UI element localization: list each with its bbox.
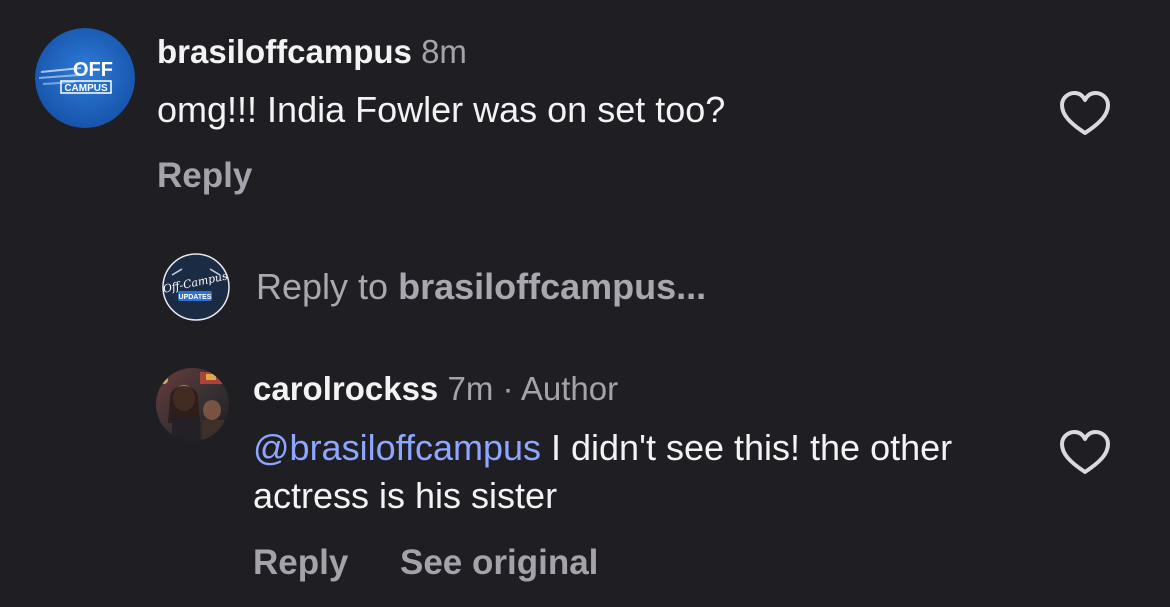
comment-text: @brasiloffcampus I didn't see this! the … [253, 424, 1033, 520]
off-campus-updates-logo-icon: Off-Campus UPDATES [162, 253, 230, 321]
user-photo-icon [156, 368, 229, 441]
author-badge: Author [520, 370, 619, 407]
reply-button[interactable]: Reply [253, 543, 348, 583]
comment-header: carolrockss 7m · Author [253, 367, 618, 411]
reply-input-ellipsis: ... [676, 266, 707, 307]
comment-username[interactable]: brasiloffcampus [157, 33, 412, 70]
comment-text: omg!!! India Fowler was on set too? [157, 89, 726, 130]
see-original-button[interactable]: See original [400, 543, 598, 583]
heart-outline-icon[interactable] [1058, 88, 1112, 138]
svg-text:CAMPUS: CAMPUS [64, 83, 108, 94]
comment-username[interactable]: carolrockss [253, 370, 438, 407]
reply-input-target: brasiloffcampus [398, 266, 677, 307]
comment-timestamp: 8m [421, 33, 467, 70]
avatar-carolrockss[interactable] [156, 368, 229, 441]
avatar-brasiloffcampus[interactable]: OFF CAMPUS [35, 28, 135, 128]
reply-input[interactable]: Reply to brasiloffcampus... [256, 263, 706, 311]
comment-timestamp: 7m [447, 370, 494, 407]
reply-button[interactable]: Reply [157, 156, 252, 196]
comment-header: brasiloffcampus 8m [157, 30, 467, 74]
heart-outline-icon[interactable] [1058, 427, 1112, 477]
reply-input-prefix: Reply to [256, 266, 399, 307]
avatar-current-user: Off-Campus UPDATES [162, 253, 230, 321]
mention-link[interactable]: @brasiloffcampus [253, 427, 541, 468]
meta-separator: · [502, 370, 514, 407]
svg-text:OFF: OFF [73, 59, 113, 81]
off-campus-logo-icon: OFF CAMPUS [35, 28, 135, 128]
svg-text:UPDATES: UPDATES [179, 294, 212, 301]
